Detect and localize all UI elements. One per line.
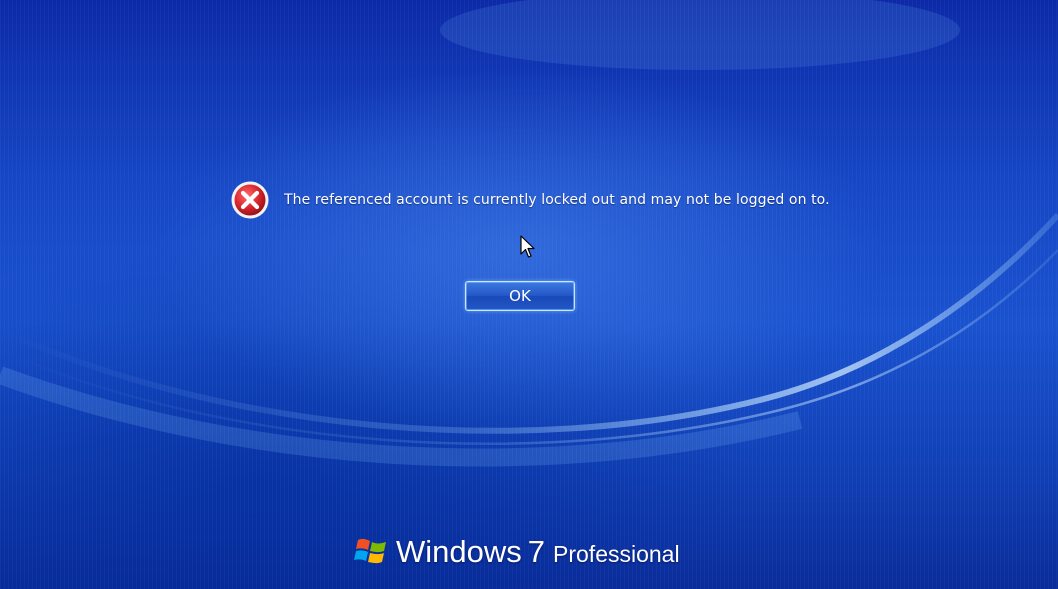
error-message: The referenced account is currently lock… <box>284 192 830 208</box>
product-name: Windows <box>396 534 522 569</box>
error-message-row: The referenced account is currently lock… <box>230 180 830 220</box>
ok-button[interactable]: OK <box>465 281 575 311</box>
mouse-pointer-icon <box>520 235 535 258</box>
windows-branding: Windows 7 Professional <box>354 528 680 572</box>
product-version: 7 <box>527 534 546 569</box>
logon-screen: The referenced account is currently lock… <box>0 0 1058 589</box>
product-edition: Professional <box>553 541 680 567</box>
windows-flag-icon <box>354 538 386 564</box>
error-x-icon <box>230 180 270 220</box>
